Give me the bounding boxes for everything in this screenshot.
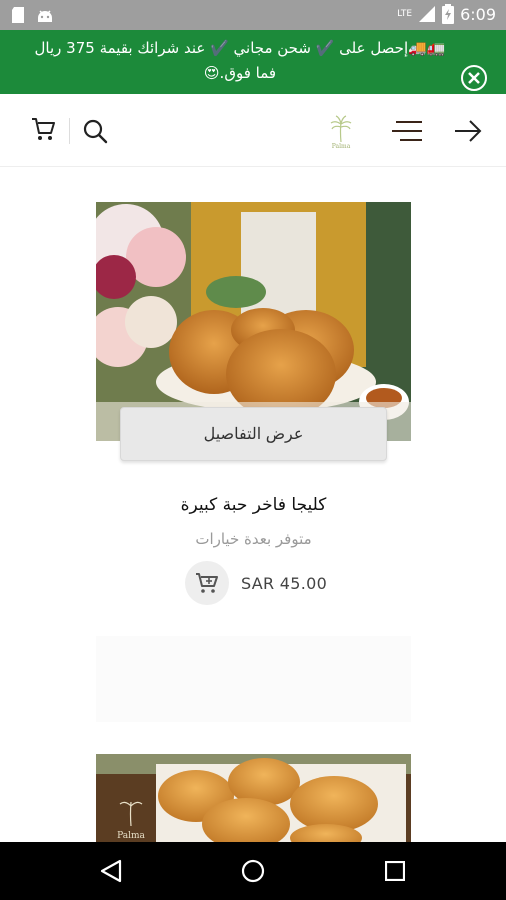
product-photo-2: Palma bbox=[96, 754, 411, 842]
logo-text-2: Palma bbox=[117, 831, 145, 841]
menu-icon bbox=[392, 121, 422, 141]
price-row: SAR 45.00 bbox=[185, 561, 327, 605]
status-bar: LTE 6:09 bbox=[0, 0, 506, 30]
palma-logo[interactable]: Palma bbox=[326, 114, 356, 150]
network-label: LTE bbox=[397, 9, 413, 19]
product-image-2[interactable]: Palma bbox=[96, 754, 411, 842]
header-divider bbox=[69, 118, 70, 144]
add-to-cart-button[interactable] bbox=[185, 561, 229, 605]
sd-card-icon bbox=[12, 7, 24, 23]
status-time: 6:09 bbox=[460, 4, 496, 24]
product-availability: متوفر بعدة خيارات bbox=[195, 530, 312, 548]
add-cart-icon bbox=[196, 573, 218, 593]
cart-icon bbox=[32, 118, 55, 140]
close-promo-button[interactable] bbox=[461, 65, 487, 91]
menu-button[interactable] bbox=[390, 118, 424, 148]
back-button[interactable] bbox=[100, 859, 122, 887]
forward-button[interactable] bbox=[453, 118, 483, 148]
android-icon bbox=[38, 10, 52, 22]
product-price: SAR 45.00 bbox=[241, 573, 328, 593]
product-photo bbox=[96, 202, 411, 441]
recents-button[interactable] bbox=[384, 860, 406, 885]
back-icon bbox=[100, 859, 122, 883]
app-header: Palma bbox=[0, 94, 506, 167]
placeholder-block bbox=[96, 636, 411, 722]
palm-logo-icon: Palma bbox=[330, 115, 352, 150]
product-image[interactable] bbox=[96, 202, 411, 441]
battery-icon bbox=[442, 4, 455, 24]
promo-banner: 🚛🚚إحصل على ✔️ شحن مجاني ✔️ عند شرائك بقي… bbox=[0, 30, 506, 94]
close-icon bbox=[468, 72, 480, 84]
search-icon bbox=[83, 119, 108, 144]
cart-button[interactable] bbox=[30, 116, 56, 146]
recents-icon bbox=[384, 860, 406, 882]
home-icon bbox=[241, 859, 265, 883]
system-nav-bar bbox=[0, 842, 506, 900]
svg-text:Palma: Palma bbox=[332, 143, 351, 150]
home-button[interactable] bbox=[241, 859, 265, 887]
view-details-button[interactable]: عرض التفاصيل bbox=[120, 407, 387, 461]
product-title[interactable]: كليجا فاخر حبة كبيرة bbox=[96, 495, 411, 515]
arrow-right-icon bbox=[455, 120, 482, 142]
signal-icon bbox=[419, 6, 436, 22]
search-button[interactable] bbox=[82, 118, 108, 148]
promo-text: 🚛🚚إحصل على ✔️ شحن مجاني ✔️ عند شرائك بقي… bbox=[34, 39, 446, 82]
